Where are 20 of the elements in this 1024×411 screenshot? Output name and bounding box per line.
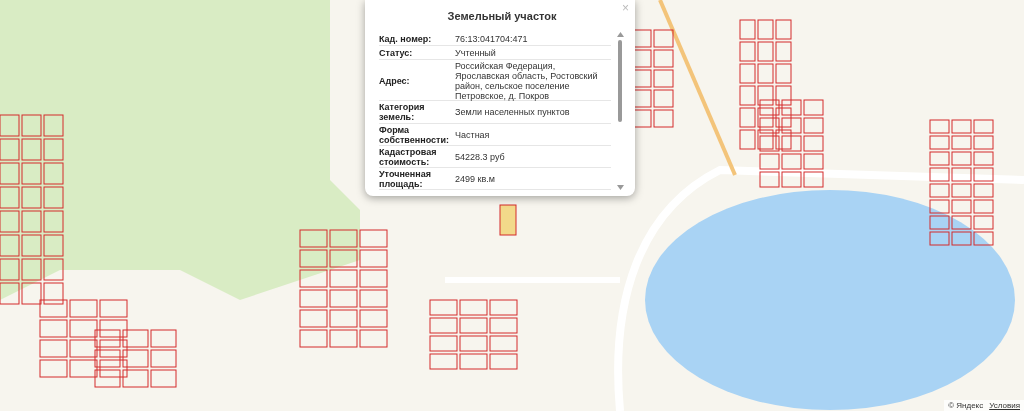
field-value: Частная [455, 129, 491, 140]
field-label: Кад. номер: [379, 33, 433, 44]
field-label: Уточненная площадь: [379, 168, 432, 189]
field-value: 76:13:041704:471 [455, 33, 529, 44]
copyright-text: © Яндекс [948, 401, 984, 410]
field-value: 2499 кв.м [455, 173, 496, 184]
field-value: Земли населенных пунктов [455, 107, 571, 118]
field-label: Статус: [379, 47, 414, 58]
field-label: Адрес: [379, 76, 411, 86]
terms-link[interactable]: Условия [989, 401, 1020, 410]
field-value: 54228.3 руб [455, 151, 506, 162]
field-label: Кадастровая стоимость: [379, 146, 438, 167]
field-value: Учтенный [455, 47, 497, 58]
scroll-down-icon[interactable] [616, 185, 624, 190]
scroll-up-icon[interactable] [616, 32, 624, 37]
scrollbar-thumb[interactable] [618, 40, 622, 122]
field-label: Категория земель: [379, 102, 426, 123]
field-label: Форма собственности: [379, 124, 450, 145]
field-value: Российская Федерация, Ярославская область, Ростовский район, сельское поселение Петровское, д. Покров [455, 61, 599, 101]
popup-title: Земельный участок [446, 10, 558, 22]
